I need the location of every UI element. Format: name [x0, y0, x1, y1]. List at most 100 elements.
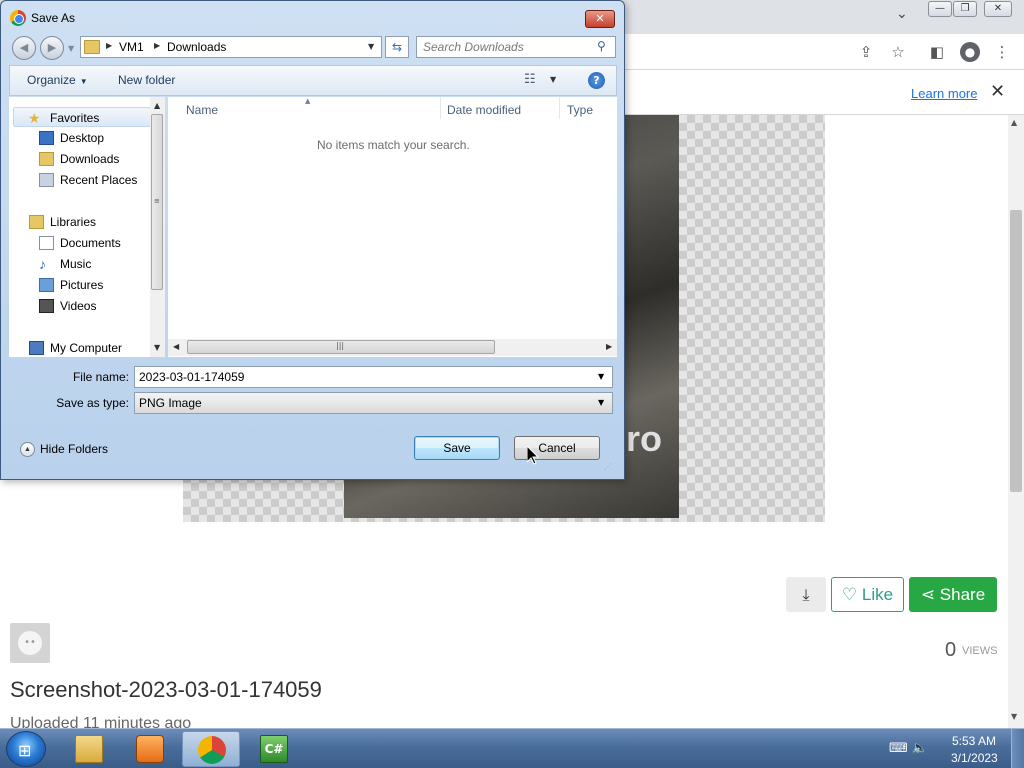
column-header-name[interactable]: Name — [186, 103, 218, 117]
nav-item-desktop[interactable]: Desktop — [9, 128, 149, 148]
back-button[interactable]: ◀ — [12, 36, 36, 60]
recent-places-icon — [39, 173, 54, 187]
desktop-icon — [39, 131, 54, 145]
breadcrumb-vm1[interactable]: VM1 — [119, 40, 144, 54]
scroll-right-icon[interactable]: ▶ — [606, 342, 612, 351]
nav-label: Recent Places — [60, 173, 138, 187]
scroll-up-icon[interactable]: ▲ — [1011, 118, 1017, 127]
uploader-avatar[interactable]: •• — [10, 623, 50, 663]
search-box[interactable]: ⚲ — [416, 36, 616, 58]
like-button[interactable]: ♡ Like — [831, 577, 904, 612]
side-panel-icon[interactable]: ◧ — [927, 42, 947, 62]
nav-item-documents[interactable]: Documents — [9, 233, 149, 253]
file-name-combobox[interactable]: ▼ — [134, 366, 613, 388]
learn-more-link[interactable]: Learn more — [911, 86, 977, 101]
browser-menu-icon[interactable]: ⋮ — [992, 42, 1012, 62]
nav-item-downloads[interactable]: Downloads — [9, 149, 149, 169]
forward-arrow-icon: ▶ — [47, 41, 57, 54]
tab-search-chevron-icon[interactable]: ⌄ — [896, 6, 908, 22]
nav-item-favorites[interactable]: ★ Favorites — [13, 107, 151, 127]
bookmark-star-icon[interactable]: ☆ — [888, 42, 908, 62]
file-list[interactable]: ▲ Name Date modified Type No items match… — [168, 97, 617, 357]
page-title: Screenshot-2023-03-01-174059 — [10, 677, 322, 702]
chrome-icon — [198, 736, 226, 764]
window-close-button[interactable]: ✕ — [984, 1, 1012, 17]
search-icon[interactable]: ⚲ — [597, 39, 606, 53]
nav-label: Music — [60, 257, 92, 271]
breadcrumb-separator-icon[interactable]: ▶ — [154, 41, 160, 50]
nav-item-recent-places[interactable]: Recent Places — [9, 170, 149, 190]
image-overlay-text: ro — [626, 418, 662, 459]
change-view-icon[interactable]: ☷ — [524, 72, 536, 87]
nav-item-my-computer[interactable]: My Computer — [9, 338, 149, 357]
forward-button[interactable]: ▶ — [40, 36, 64, 60]
nav-label: Libraries — [50, 215, 97, 229]
file-name-input[interactable] — [139, 369, 589, 385]
heart-icon: ♡ — [841, 585, 858, 604]
info-bar-close-icon[interactable]: ✕ — [990, 81, 1005, 102]
dialog-close-button[interactable]: ✕ — [585, 10, 615, 28]
column-header-type[interactable]: Type — [567, 103, 593, 117]
refresh-icon: ⇆ — [391, 40, 403, 54]
nav-item-music[interactable]: ♪ Music — [9, 254, 149, 274]
documents-icon — [39, 236, 54, 250]
breadcrumb-downloads[interactable]: Downloads — [167, 40, 226, 54]
address-dropdown-icon[interactable]: ▼ — [368, 42, 374, 51]
hide-folders-button[interactable]: ▲ Hide Folders — [20, 442, 109, 458]
recent-locations-chevron-icon[interactable]: ▼ — [68, 44, 74, 53]
nav-item-videos[interactable]: Videos — [9, 296, 149, 316]
save-button[interactable]: Save — [414, 436, 500, 460]
page-scrollbar-thumb[interactable] — [1010, 210, 1022, 492]
save-as-type-select[interactable]: PNG Image ▼ — [134, 392, 613, 414]
taskbar-csharp-editor[interactable]: C# — [245, 731, 303, 767]
dialog-title: Save As — [31, 11, 76, 25]
chevron-down-icon[interactable]: ▼ — [598, 398, 604, 407]
chevron-down-icon[interactable]: ▼ — [598, 372, 604, 381]
nav-item-pictures[interactable]: Pictures — [9, 275, 149, 295]
share-page-icon[interactable]: ⇪ — [856, 42, 876, 62]
scroll-up-icon[interactable]: ▲ — [154, 101, 160, 110]
refresh-button[interactable]: ⇆ — [385, 36, 409, 58]
hide-folders-label: Hide Folders — [40, 442, 109, 456]
minimize-button[interactable]: — — [928, 1, 952, 17]
restore-button[interactable]: ❐ — [953, 1, 977, 17]
scroll-down-icon[interactable]: ▼ — [1011, 712, 1017, 721]
command-bar: Organize ▼ New folder ☷ ▼ ? — [9, 65, 617, 96]
column-divider[interactable] — [559, 97, 560, 119]
resize-grip-icon[interactable]: ⋰ — [604, 462, 612, 471]
address-bar[interactable]: ▶ VM1 ▶ Downloads ▼ — [80, 36, 382, 58]
taskbar-media-player[interactable] — [121, 731, 179, 767]
organize-button[interactable]: Organize ▼ — [27, 73, 88, 87]
breadcrumb-separator-icon[interactable]: ▶ — [106, 41, 112, 50]
start-button[interactable]: ⊞ — [6, 731, 46, 767]
show-desktop-button[interactable] — [1011, 729, 1024, 768]
views-count: 0 — [945, 639, 957, 661]
scroll-down-icon[interactable]: ▼ — [154, 343, 160, 352]
column-header-date-modified[interactable]: Date modified — [447, 103, 521, 117]
clock-date[interactable]: 3/1/2023 — [951, 751, 998, 765]
clock-time[interactable]: 5:53 AM — [952, 734, 996, 748]
view-options-chevron-icon[interactable]: ▼ — [550, 75, 556, 84]
network-volume-tray-icon[interactable]: ⌨ 🔈 — [889, 741, 928, 756]
search-input[interactable] — [423, 39, 593, 55]
taskbar-file-explorer[interactable] — [60, 731, 118, 767]
new-folder-button[interactable]: New folder — [118, 73, 175, 87]
media-player-icon — [136, 735, 164, 763]
windows-logo-icon: ⊞ — [18, 741, 32, 760]
help-icon[interactable]: ? — [588, 72, 605, 89]
file-explorer-icon — [75, 735, 103, 763]
column-divider[interactable] — [440, 97, 441, 119]
file-name-label: File name: — [72, 370, 129, 384]
taskbar-chrome[interactable] — [182, 731, 240, 767]
folder-icon — [84, 40, 100, 54]
share-button[interactable]: ⋖ Share — [909, 577, 997, 612]
music-icon: ♪ — [39, 256, 46, 272]
sort-ascending-icon: ▲ — [305, 97, 311, 105]
nav-label: Favorites — [50, 111, 100, 125]
profile-avatar-icon[interactable]: ● — [960, 42, 980, 62]
download-button[interactable]: ⤓ — [786, 577, 826, 612]
face-icon: •• — [18, 631, 42, 655]
csharp-icon: C# — [260, 735, 288, 763]
nav-item-libraries[interactable]: Libraries — [9, 212, 149, 232]
scroll-left-icon[interactable]: ◀ — [173, 342, 179, 351]
